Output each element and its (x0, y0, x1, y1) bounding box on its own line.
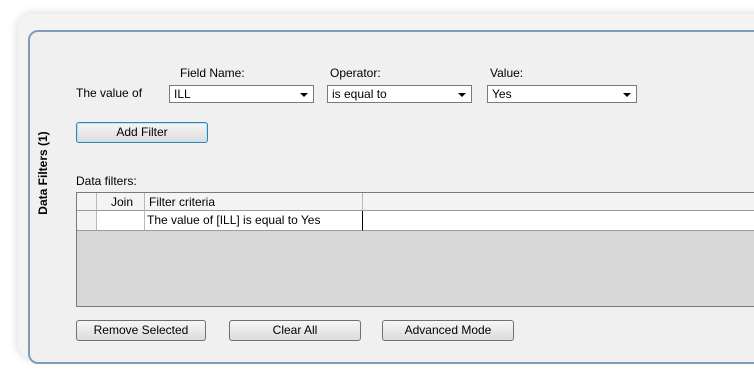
operator-dropdown[interactable]: is equal to (327, 85, 472, 103)
panel-title-container: Data Filters (1) (34, 120, 54, 230)
join-cell[interactable] (97, 211, 145, 231)
chevron-down-icon (458, 93, 466, 97)
value-dropdown[interactable]: Yes (487, 85, 637, 103)
chevron-down-icon (623, 93, 631, 97)
field-name-value: ILL (174, 87, 191, 101)
panel-title: Data Filters (1) (36, 131, 50, 215)
add-filter-button[interactable]: Add Filter (76, 122, 208, 143)
data-filters-grid[interactable]: Join Filter criteria The value of [ILL] … (76, 192, 754, 307)
column-header-filter-criteria[interactable]: Filter criteria (145, 193, 363, 211)
field-name-label: Field Name: (180, 66, 245, 80)
prefix-label: The value of (76, 86, 143, 100)
column-header-join[interactable]: Join (97, 193, 145, 211)
criteria-cell-text: The value of [ILL] is equal to Yes (147, 213, 321, 227)
operator-label: Operator: (330, 66, 381, 80)
column-header-join-label: Join (111, 195, 134, 209)
column-header-criteria-label: Filter criteria (149, 195, 216, 209)
filler-cell (363, 211, 754, 231)
remove-selected-button[interactable]: Remove Selected (76, 320, 206, 341)
row-header[interactable] (77, 211, 97, 231)
field-name-dropdown[interactable]: ILL (169, 85, 314, 103)
column-header-filler (363, 193, 754, 211)
value-label: Value: (490, 66, 524, 80)
chevron-down-icon (300, 93, 308, 97)
value-value: Yes (492, 87, 512, 101)
operator-value: is equal to (332, 87, 387, 101)
clear-all-button[interactable]: Clear All (229, 320, 361, 341)
data-filters-label: Data filters: (76, 174, 137, 188)
row-header-corner (77, 193, 97, 211)
criteria-cell[interactable]: The value of [ILL] is equal to Yes (145, 211, 363, 231)
advanced-mode-button[interactable]: Advanced Mode (382, 320, 514, 341)
